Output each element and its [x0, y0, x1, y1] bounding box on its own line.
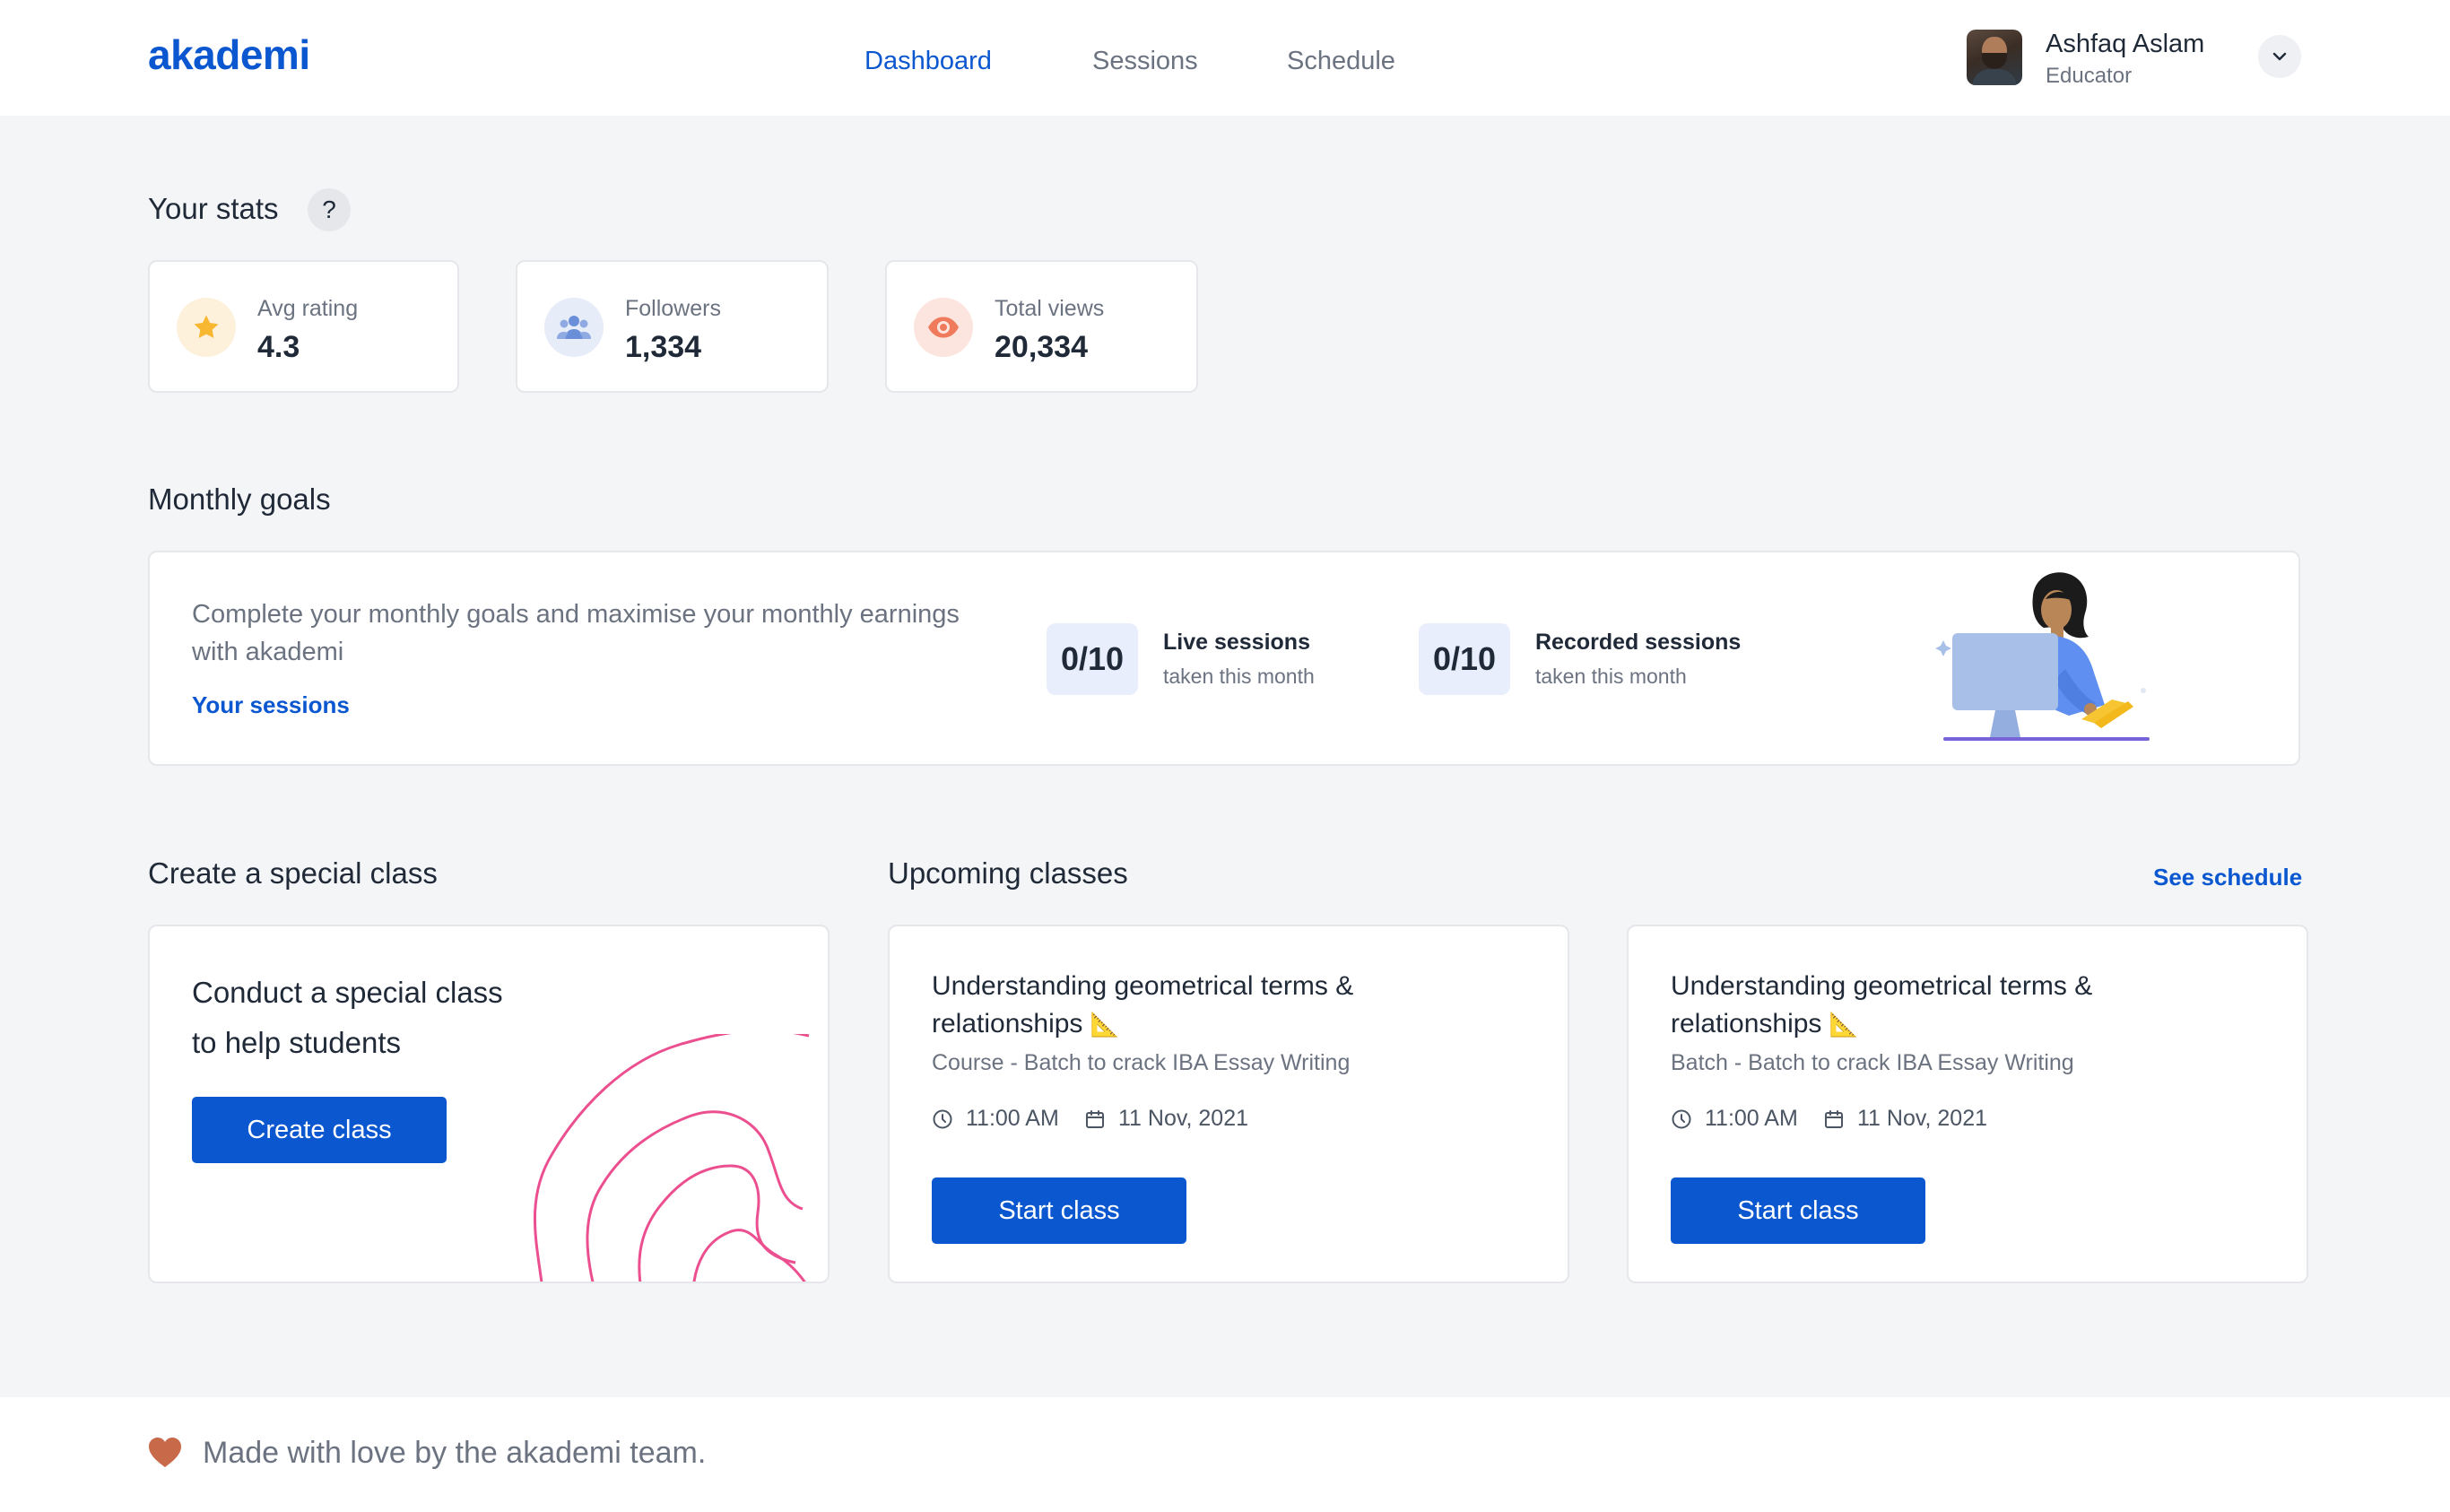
- class-date-text: 11 Nov, 2021: [1118, 1106, 1249, 1131]
- class-card: Understanding geometrical terms & relati…: [888, 925, 1569, 1283]
- woman-at-computer-illustration: [1935, 572, 2150, 741]
- eye-icon: [914, 298, 973, 357]
- akademi-logo[interactable]: akademi: [148, 30, 310, 79]
- stat-card-followers: Followers 1,334: [516, 260, 829, 393]
- stat-card-views: Total views 20,334: [885, 260, 1198, 393]
- create-class-button[interactable]: Create class: [192, 1097, 447, 1163]
- upcoming-classes-title: Upcoming classes: [888, 856, 1128, 890]
- user-role: Educator: [2046, 64, 2133, 88]
- star-icon: [177, 298, 236, 357]
- nav-sessions[interactable]: Sessions: [1092, 47, 1198, 76]
- live-sessions-count: 0/10: [1047, 623, 1138, 695]
- stats-title: Your stats: [148, 192, 279, 225]
- nav-dashboard[interactable]: Dashboard: [864, 47, 992, 76]
- live-sessions-subtitle: taken this month: [1163, 665, 1315, 688]
- clock-icon: [1672, 1109, 1691, 1128]
- class-title-line2: relationships: [932, 1009, 1083, 1038]
- triangular-ruler-icon: 📐: [1829, 1011, 1859, 1038]
- stat-value: 1,334: [625, 330, 702, 364]
- stat-label: Total views: [995, 296, 1105, 321]
- footer: Made with love by the akademi team.: [0, 1397, 2450, 1512]
- special-class-title: Create a special class: [148, 856, 438, 890]
- wave-pattern-decoration: [533, 1034, 810, 1282]
- class-meta: Batch - Batch to crack IBA Essay Writing: [1671, 1050, 2074, 1075]
- calendar-icon: [1086, 1109, 1104, 1128]
- live-sessions-title: Live sessions: [1163, 630, 1310, 655]
- triangular-ruler-icon: 📐: [1090, 1011, 1120, 1038]
- class-title: Understanding geometrical terms & relati…: [932, 968, 1542, 1043]
- top-bar: akademi Dashboard Sessions Schedule Ashf…: [0, 0, 2450, 116]
- class-title-line1: Understanding geometrical terms &: [1671, 971, 2093, 1001]
- nav-schedule[interactable]: Schedule: [1287, 47, 1395, 76]
- class-date-text: 11 Nov, 2021: [1857, 1106, 1988, 1131]
- stat-label: Avg rating: [257, 296, 359, 321]
- class-title-line1: Understanding geometrical terms &: [932, 971, 1354, 1001]
- special-class-heading: Conduct a special class to help students: [192, 968, 503, 1068]
- goals-title: Monthly goals: [148, 482, 331, 516]
- class-title: Understanding geometrical terms & relati…: [1671, 968, 2281, 1043]
- users-icon: [544, 298, 604, 357]
- class-time: 11:00 AM: [1671, 1106, 1798, 1132]
- goals-card: Complete your monthly goals and maximise…: [148, 551, 2300, 766]
- class-time-text: 11:00 AM: [1705, 1106, 1798, 1131]
- profile-dropdown-button[interactable]: [2258, 35, 2301, 78]
- class-time-text: 11:00 AM: [966, 1106, 1059, 1131]
- class-date: 11 Nov, 2021: [1084, 1106, 1248, 1132]
- see-schedule-link[interactable]: See schedule: [2153, 864, 2302, 891]
- footer-text: Made with love by the akademi team.: [203, 1436, 707, 1470]
- calendar-icon: [1825, 1109, 1843, 1128]
- heart-icon: [149, 1438, 181, 1467]
- goals-description: Complete your monthly goals and maximise…: [192, 600, 960, 666]
- stat-value: 4.3: [257, 330, 300, 364]
- recorded-sessions-count: 0/10: [1419, 623, 1510, 695]
- special-heading-line1: Conduct a special class: [192, 976, 503, 1009]
- help-button[interactable]: ?: [308, 188, 351, 231]
- class-card: Understanding geometrical terms & relati…: [1627, 925, 2308, 1283]
- start-class-button[interactable]: Start class: [932, 1177, 1186, 1244]
- class-time: 11:00 AM: [932, 1106, 1059, 1132]
- start-class-button[interactable]: Start class: [1671, 1177, 1925, 1244]
- clock-icon: [933, 1109, 952, 1128]
- class-title-line2: relationships: [1671, 1009, 1822, 1038]
- special-class-card: Conduct a special class to help students…: [148, 925, 830, 1283]
- user-name: Ashfaq Aslam: [2046, 30, 2205, 58]
- recorded-sessions-title: Recorded sessions: [1535, 630, 1742, 655]
- class-meta: Course - Batch to crack IBA Essay Writin…: [932, 1050, 1351, 1075]
- chevron-down-icon: [2272, 52, 2287, 61]
- stat-card-rating: Avg rating 4.3: [148, 260, 459, 393]
- class-date: 11 Nov, 2021: [1823, 1106, 1987, 1132]
- your-sessions-link[interactable]: Your sessions: [192, 691, 350, 719]
- stat-label: Followers: [625, 296, 721, 321]
- special-heading-line2: to help students: [192, 1026, 401, 1059]
- recorded-sessions-subtitle: taken this month: [1535, 665, 1687, 688]
- stat-value: 20,334: [995, 330, 1088, 364]
- avatar: [1967, 30, 2022, 85]
